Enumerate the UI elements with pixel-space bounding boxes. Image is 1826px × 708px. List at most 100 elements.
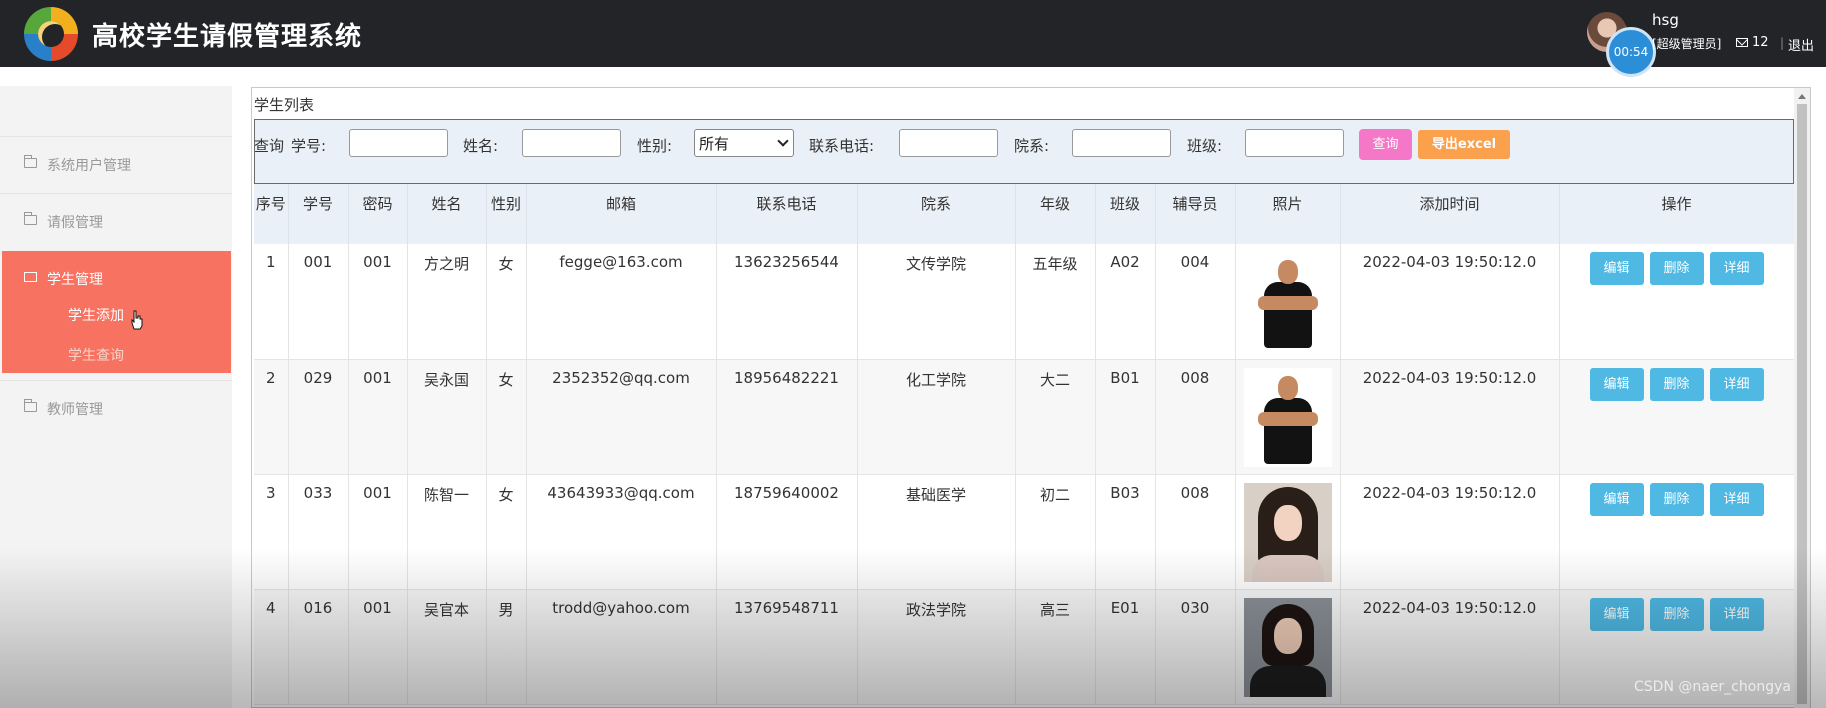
panel-title: 学生列表	[254, 96, 315, 114]
sidebar-item-label: 学生管理	[47, 272, 103, 288]
cell-department: 政法学院	[857, 589, 1016, 705]
table-row: 3 033 001 陈智一 女 43643933@qq.com 18759640…	[254, 474, 1795, 590]
cell-grade: 初二	[1015, 474, 1096, 590]
cell-class: B01	[1095, 359, 1156, 475]
department-input[interactable]	[1072, 129, 1171, 157]
cell-photo	[1235, 474, 1341, 590]
col-header-student-no: 学号	[288, 184, 349, 244]
watermark: CSDN @naer_chongya	[1634, 679, 1791, 695]
app-logo-icon	[24, 7, 78, 61]
name-label: 姓名:	[463, 137, 499, 155]
cell-seq: 4	[254, 589, 289, 705]
cell-gender: 女	[486, 474, 527, 590]
timer-badge: 00:54	[1606, 27, 1656, 77]
sidebar-subitem-query-student[interactable]: 学生查询	[68, 345, 124, 365]
cell-counselor: 008	[1155, 474, 1236, 590]
name-input[interactable]	[522, 129, 621, 157]
col-header-added-time: 添加时间	[1340, 184, 1560, 244]
detail-button[interactable]: 详细	[1709, 252, 1764, 285]
scroll-up-arrow-icon[interactable]	[1798, 94, 1806, 99]
cell-name: 吴永国	[407, 359, 487, 475]
cell-gender: 男	[486, 589, 527, 705]
logout-link[interactable]: 退出	[1788, 35, 1814, 54]
student-photo	[1243, 597, 1332, 697]
cell-name: 陈智一	[407, 474, 487, 590]
cell-photo	[1235, 589, 1341, 705]
gender-label: 性别:	[637, 137, 673, 155]
class-label: 班级:	[1187, 137, 1223, 155]
export-excel-button[interactable]: 导出excel	[1418, 130, 1510, 159]
col-header-class: 班级	[1095, 184, 1156, 244]
cell-counselor: 004	[1155, 244, 1236, 360]
cell-phone: 18956482221	[716, 359, 858, 475]
scrollbar-thumb[interactable]	[1797, 104, 1807, 704]
user-role: [超级管理员]	[1652, 37, 1722, 51]
cell-class: B03	[1095, 474, 1156, 590]
delete-button[interactable]: 删除	[1649, 252, 1704, 285]
cell-gender: 女	[486, 359, 527, 475]
cell-added-time: 2022-04-03 19:50:12.0	[1340, 589, 1560, 705]
sidebar-item-leave[interactable]: 请假管理	[0, 193, 232, 250]
detail-button[interactable]: 详细	[1709, 482, 1764, 516]
detail-button[interactable]: 详细	[1709, 367, 1764, 401]
detail-button[interactable]: 详细	[1709, 597, 1764, 631]
app-title: 高校学生请假管理系统	[92, 22, 363, 52]
cell-seq: 3	[254, 474, 289, 590]
folder-icon	[24, 212, 37, 225]
cell-email: 43643933@qq.com	[526, 474, 717, 590]
edit-button[interactable]: 编辑	[1589, 482, 1644, 516]
cell-department: 基础医学	[857, 474, 1016, 590]
edit-button[interactable]: 编辑	[1589, 367, 1644, 401]
col-header-seq: 序号	[254, 184, 289, 244]
col-header-gender: 性别	[486, 184, 527, 244]
table-row: 1 001 001 方之明 女 fegge@163.com 1362325654…	[254, 244, 1795, 360]
query-label: 查询	[254, 137, 285, 155]
cell-phone: 18759640002	[716, 474, 858, 590]
edit-button[interactable]: 编辑	[1589, 252, 1644, 285]
username: hsg	[1652, 11, 1679, 29]
cell-password: 001	[348, 244, 408, 360]
cell-department: 化工学院	[857, 359, 1016, 475]
cell-student-no: 033	[288, 474, 349, 590]
col-header-phone: 联系电话	[716, 184, 858, 244]
cell-grade: 大二	[1015, 359, 1096, 475]
phone-input[interactable]	[899, 129, 998, 157]
cell-grade: 高三	[1015, 589, 1096, 705]
student-no-label: 学号:	[291, 137, 327, 155]
delete-button[interactable]: 删除	[1649, 597, 1704, 631]
cell-phone: 13623256544	[716, 244, 858, 360]
sidebar-item-label: 教师管理	[47, 402, 103, 418]
col-header-counselor: 辅导员	[1155, 184, 1236, 244]
student-photo	[1243, 482, 1332, 582]
col-header-email: 邮箱	[526, 184, 717, 244]
cell-seq: 2	[254, 359, 289, 475]
cell-added-time: 2022-04-03 19:50:12.0	[1340, 474, 1560, 590]
cell-grade: 五年级	[1015, 244, 1096, 360]
sidebar-item-teachers[interactable]: 教师管理	[0, 380, 232, 437]
cell-email: trodd@yahoo.com	[526, 589, 717, 705]
cell-name: 方之明	[407, 244, 487, 360]
top-header: 高校学生请假管理系统 00:54 hsg [超级管理员] 12 | 退出	[0, 0, 1826, 77]
gender-select[interactable]: 所有	[694, 129, 794, 157]
col-header-department: 院系	[857, 184, 1016, 244]
student-photo	[1243, 252, 1332, 351]
cell-email: fegge@163.com	[526, 244, 717, 360]
cell-password: 001	[348, 589, 408, 705]
col-header-password: 密码	[348, 184, 408, 244]
cell-email: 2352352@qq.com	[526, 359, 717, 475]
col-header-photo: 照片	[1235, 184, 1341, 244]
cell-student-no: 029	[288, 359, 349, 475]
folder-icon	[24, 272, 37, 282]
class-input[interactable]	[1245, 129, 1344, 157]
edit-button[interactable]: 编辑	[1589, 597, 1644, 631]
delete-button[interactable]: 删除	[1649, 482, 1704, 516]
student-no-input[interactable]	[349, 129, 448, 157]
cell-added-time: 2022-04-03 19:50:12.0	[1340, 244, 1560, 360]
mail-icon	[1736, 38, 1748, 47]
delete-button[interactable]: 删除	[1649, 367, 1704, 401]
header-divider: |	[1780, 36, 1785, 50]
messages-link[interactable]: 12	[1736, 35, 1769, 50]
sidebar-item-system-users[interactable]: 系统用户管理	[0, 136, 232, 193]
query-button[interactable]: 查询	[1359, 129, 1412, 160]
sidebar-subitem-add-student[interactable]: 学生添加	[68, 305, 124, 325]
